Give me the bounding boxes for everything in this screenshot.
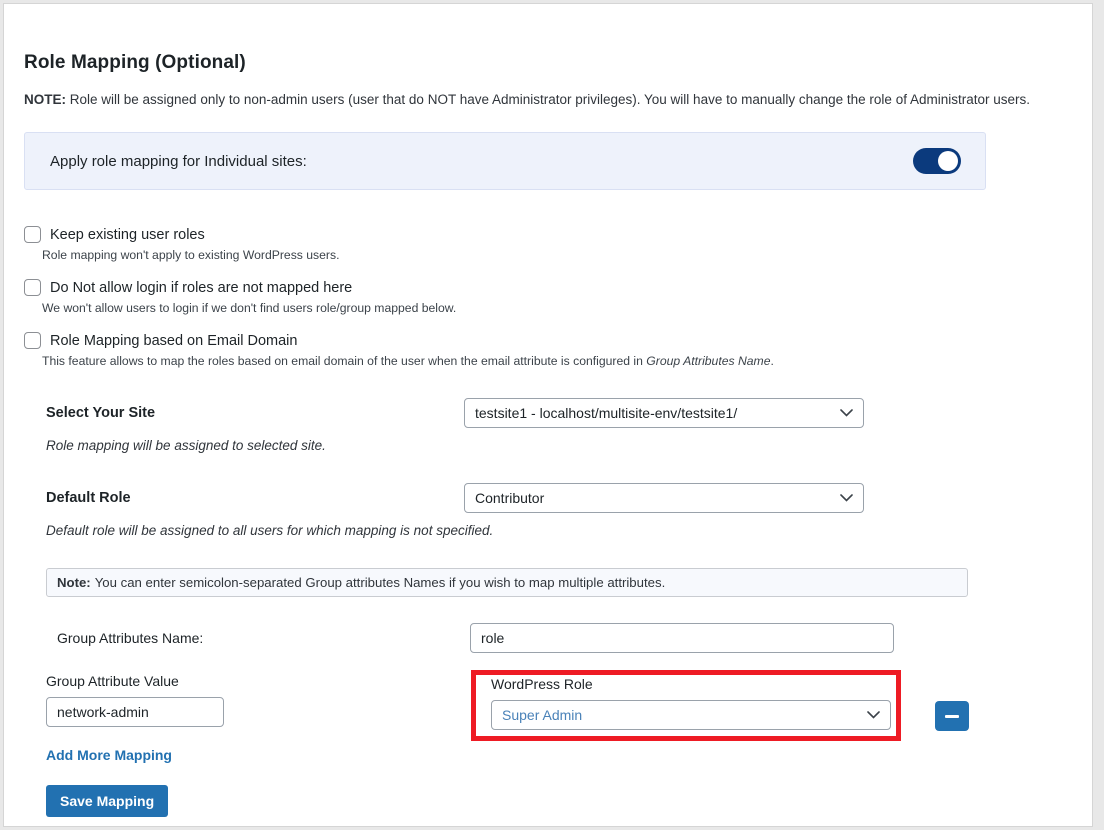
- semicolon-note-label: Note:: [57, 575, 91, 591]
- checkbox-keep-existing-roles-group: Keep existing user roles Role mapping wo…: [24, 226, 1072, 262]
- default-role-wrap: Contributor: [464, 483, 864, 514]
- default-role-hint: Default role will be assigned to all use…: [46, 523, 494, 539]
- checkbox-email-domain-mapping-row[interactable]: Role Mapping based on Email Domain: [24, 332, 1072, 350]
- wordpress-role-field: WordPress Role Super Admin: [491, 676, 891, 731]
- add-more-mapping-link[interactable]: Add More Mapping: [46, 747, 172, 763]
- apply-role-mapping-toggle[interactable]: [913, 148, 961, 175]
- checkbox-block-unmapped-login-row[interactable]: Do Not allow login if roles are not mapp…: [24, 279, 1072, 297]
- section-note-label: NOTE:: [24, 92, 66, 107]
- group-attribute-value-field: Group Attribute Value: [46, 673, 224, 728]
- wordpress-role-header: WordPress Role: [491, 676, 593, 693]
- default-role-row: Default Role Contributor: [24, 483, 1072, 514]
- checkbox-email-domain-mapping-group: Role Mapping based on Email Domain This …: [24, 332, 1072, 368]
- apply-role-mapping-label: Apply role mapping for Individual sites:: [50, 152, 307, 170]
- minus-icon: [945, 714, 959, 718]
- semicolon-note-text: You can enter semicolon-separated Group …: [94, 575, 666, 591]
- checkbox-keep-existing-roles-help: Role mapping won't apply to existing Wor…: [42, 248, 340, 263]
- group-attribute-value-input[interactable]: [46, 697, 224, 728]
- settings-content: Role Mapping (Optional) NOTE: Role will …: [4, 52, 1092, 818]
- select-site-row: Select Your Site testsite1 - localhost/m…: [24, 398, 1072, 429]
- checkbox-email-domain-mapping[interactable]: [24, 332, 41, 350]
- checkbox-keep-existing-roles-row[interactable]: Keep existing user roles: [24, 226, 1072, 244]
- group-attribute-value-header: Group Attribute Value: [46, 673, 179, 690]
- apply-role-mapping-bar: Apply role mapping for Individual sites:: [24, 132, 986, 191]
- checkbox-block-unmapped-login-help: We won't allow users to login if we don'…: [42, 301, 457, 316]
- default-role-dropdown[interactable]: Contributor: [464, 483, 864, 514]
- help-text-after: .: [770, 354, 774, 369]
- group-attributes-name-input[interactable]: [470, 623, 894, 654]
- page-title: Role Mapping (Optional): [24, 52, 246, 73]
- toggle-knob-icon: [938, 151, 958, 172]
- checkbox-keep-existing-roles-label: Keep existing user roles: [50, 226, 205, 243]
- wordpress-role-dropdown[interactable]: Super Admin: [491, 700, 891, 731]
- role-mapping-row: Group Attribute Value WordPress Role Sup…: [24, 670, 1072, 747]
- section-note-text: Role will be assigned only to non-admin …: [66, 92, 1030, 107]
- help-text-emphasis: Group Attributes Name: [646, 354, 771, 369]
- group-attributes-name-label: Group Attributes Name:: [57, 630, 204, 647]
- select-site-wrap: testsite1 - localhost/multisite-env/test…: [464, 398, 864, 429]
- checkbox-email-domain-mapping-label: Role Mapping based on Email Domain: [50, 332, 298, 349]
- select-site-hint: Role mapping will be assigned to selecte…: [46, 438, 326, 454]
- checkbox-block-unmapped-login-group: Do Not allow login if roles are not mapp…: [24, 279, 1072, 315]
- section-note: NOTE: Role will be assigned only to non-…: [24, 91, 1072, 109]
- semicolon-note: Note: You can enter semicolon-separated …: [46, 568, 968, 598]
- settings-page: Role Mapping (Optional) NOTE: Role will …: [3, 3, 1093, 827]
- select-site-dropdown[interactable]: testsite1 - localhost/multisite-env/test…: [464, 398, 864, 429]
- save-mapping-button[interactable]: Save Mapping: [46, 785, 169, 818]
- default-role-label: Default Role: [46, 490, 131, 507]
- select-site-label: Select Your Site: [46, 405, 156, 422]
- checkbox-keep-existing-roles[interactable]: [24, 226, 41, 244]
- help-text-before: This feature allows to map the roles bas…: [42, 354, 647, 369]
- checkbox-email-domain-mapping-help: This feature allows to map the roles bas…: [42, 354, 1072, 368]
- wordpress-role-wrap: Super Admin: [491, 700, 891, 731]
- checkbox-block-unmapped-login[interactable]: [24, 279, 41, 297]
- remove-mapping-button[interactable]: [935, 701, 969, 732]
- checkbox-group: Keep existing user roles Role mapping wo…: [24, 226, 1072, 368]
- group-attributes-name-row: Group Attributes Name:: [24, 623, 1072, 654]
- checkbox-block-unmapped-login-label: Do Not allow login if roles are not mapp…: [50, 279, 353, 296]
